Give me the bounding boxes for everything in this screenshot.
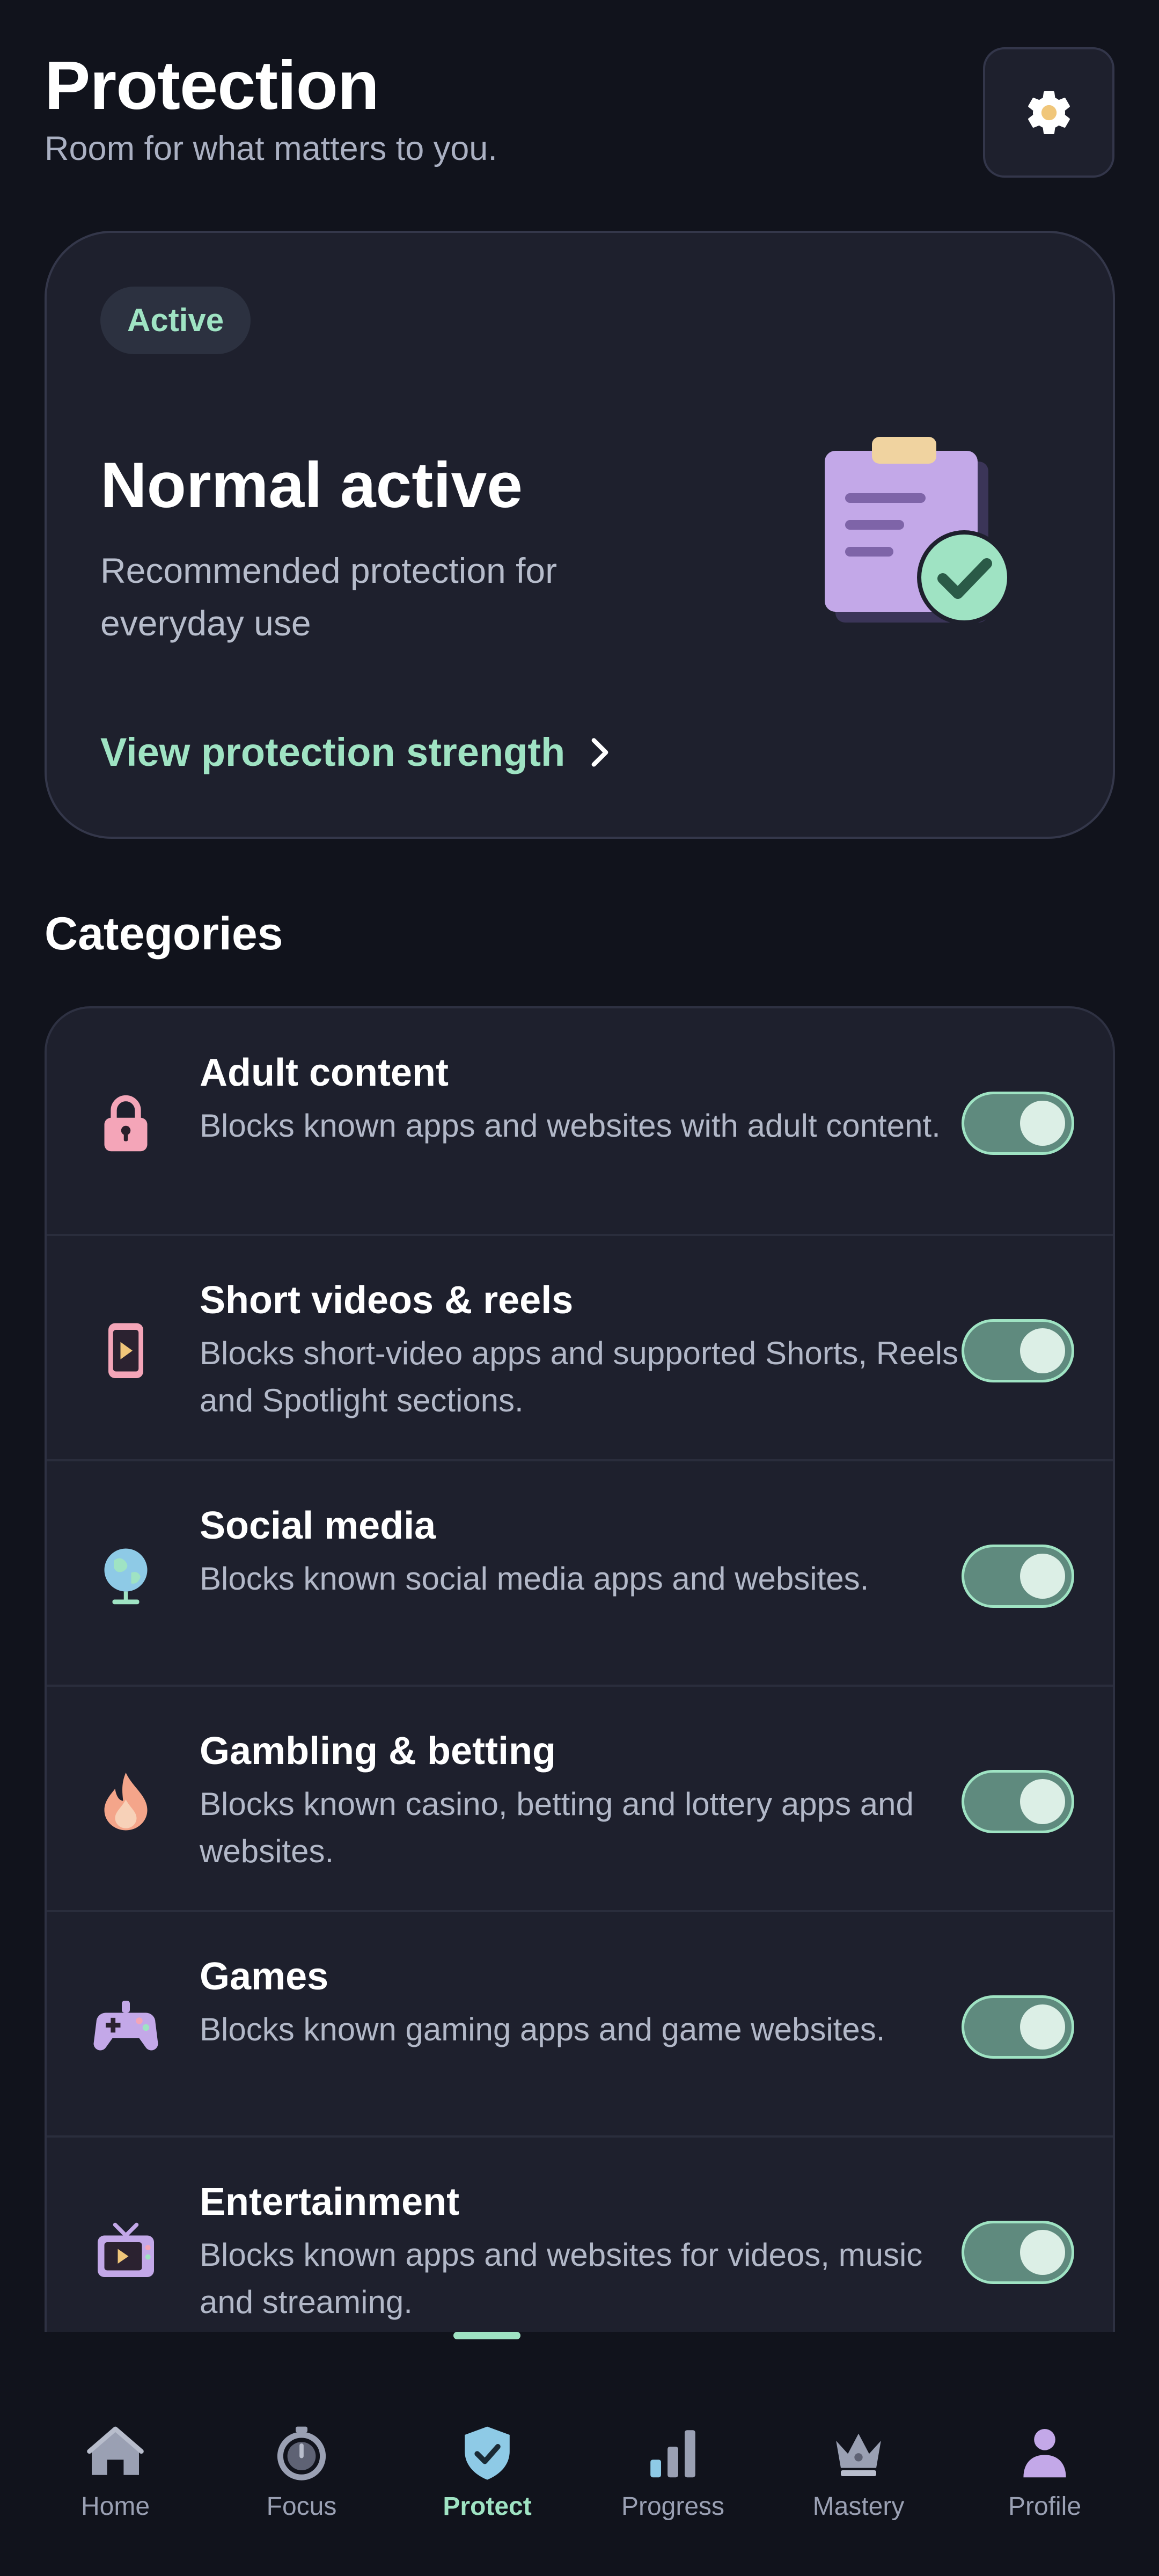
toggle-knob: [1020, 1779, 1065, 1824]
page-title: Protection: [45, 47, 379, 124]
categories-heading: Categories: [45, 908, 283, 960]
nav-label: Protect: [443, 2492, 532, 2521]
header: Protection Room for what matters to you.: [45, 46, 497, 170]
category-title: Entertainment: [200, 2180, 460, 2223]
toggle-knob: [1020, 2230, 1065, 2275]
crown-icon: [836, 2433, 881, 2476]
category-item-adult-content: Adult content Blocks known apps and webs…: [47, 1008, 1113, 1234]
nav-label: Progress: [621, 2492, 725, 2521]
category-description: Blocks known social media apps and websi…: [200, 1561, 869, 1597]
status-badge: Active: [100, 287, 251, 354]
settings-button[interactable]: [983, 47, 1114, 178]
flame-icon: [104, 1773, 148, 1831]
category-title: Gambling & betting: [200, 1730, 556, 1773]
category-list: Adult content Blocks known apps and webs…: [45, 1006, 1115, 2332]
category-item-gambling: Gambling & betting Blocks known casino, …: [47, 1685, 1113, 1910]
gambling-toggle[interactable]: [962, 1770, 1074, 1833]
social-media-toggle[interactable]: [962, 1545, 1074, 1608]
home-icon: [87, 2426, 144, 2475]
mode-title: Normal active: [100, 449, 523, 521]
chevron-right-icon: [591, 737, 608, 767]
toggle-knob: [1020, 1554, 1065, 1599]
entertainment-toggle[interactable]: [962, 2221, 1074, 2284]
category-item-entertainment: Entertainment Blocks known apps and webs…: [47, 2135, 1113, 2332]
gear-icon: [1028, 91, 1070, 134]
nav-item-progress[interactable]: Progress: [606, 2423, 740, 2523]
nav-label: Focus: [266, 2492, 337, 2521]
category-title: Adult content: [200, 1051, 449, 1094]
shield-check-icon: [465, 2426, 510, 2480]
person-icon: [1023, 2429, 1066, 2478]
category-title: Games: [200, 1955, 329, 1998]
category-item-short-videos: Short videos & reels Blocks short-video …: [47, 1234, 1113, 1459]
clipboard-check-illustration: [825, 437, 1011, 625]
gamepad-icon: [93, 2001, 158, 2051]
scroll-indicator: [453, 2332, 520, 2339]
phone-play-icon: [108, 1323, 143, 1378]
nav-item-focus[interactable]: Focus: [234, 2423, 369, 2523]
category-description: Blocks known apps and websites for video…: [200, 2237, 923, 2320]
category-title: Short videos & reels: [200, 1279, 574, 1322]
link-label: View protection strength: [100, 730, 566, 774]
games-toggle[interactable]: [962, 1995, 1074, 2059]
nav-item-mastery[interactable]: Mastery: [791, 2423, 926, 2523]
lock-icon: [104, 1095, 148, 1152]
nav-label: Profile: [1008, 2492, 1082, 2521]
category-description: Blocks known gaming apps and game websit…: [200, 2011, 885, 2047]
bottom-navigation: Home Focus Protect Progress Mastery Prof…: [0, 2332, 1159, 2576]
mode-description: Recommended protection for everyday use: [100, 551, 558, 643]
view-protection-strength-link[interactable]: View protection strength: [100, 729, 613, 775]
toggle-knob: [1020, 1328, 1065, 1373]
toggle-knob: [1020, 1101, 1065, 1146]
nav-label: Mastery: [812, 2492, 905, 2521]
bar-chart-icon: [650, 2430, 695, 2478]
protection-status-card: Active Normal active Recommended protect…: [45, 231, 1115, 839]
category-title: Social media: [200, 1504, 436, 1547]
tv-icon: [98, 2222, 154, 2277]
toggle-knob: [1020, 2004, 1065, 2050]
page-subtitle: Room for what matters to you.: [45, 130, 497, 167]
adult-content-toggle[interactable]: [962, 1092, 1074, 1155]
stopwatch-icon: [277, 2426, 326, 2480]
protection-screen: Protection Room for what matters to you.…: [0, 0, 1159, 2576]
category-item-social-media: Social media Blocks known social media a…: [47, 1459, 1113, 1685]
short-videos-toggle[interactable]: [962, 1319, 1074, 1382]
nav-label: Home: [80, 2492, 150, 2521]
category-description: Blocks short-video apps and supported Sh…: [200, 1335, 959, 1418]
category-description: Blocks known apps and websites with adul…: [200, 1108, 941, 1144]
globe-icon: [104, 1548, 148, 1605]
nav-item-protect[interactable]: Protect: [420, 2423, 554, 2523]
nav-item-profile[interactable]: Profile: [978, 2423, 1112, 2523]
category-item-games: Games Blocks known gaming apps and game …: [47, 1910, 1113, 2135]
nav-item-home[interactable]: Home: [48, 2423, 182, 2523]
category-description: Blocks known casino, betting and lottery…: [200, 1786, 914, 1869]
